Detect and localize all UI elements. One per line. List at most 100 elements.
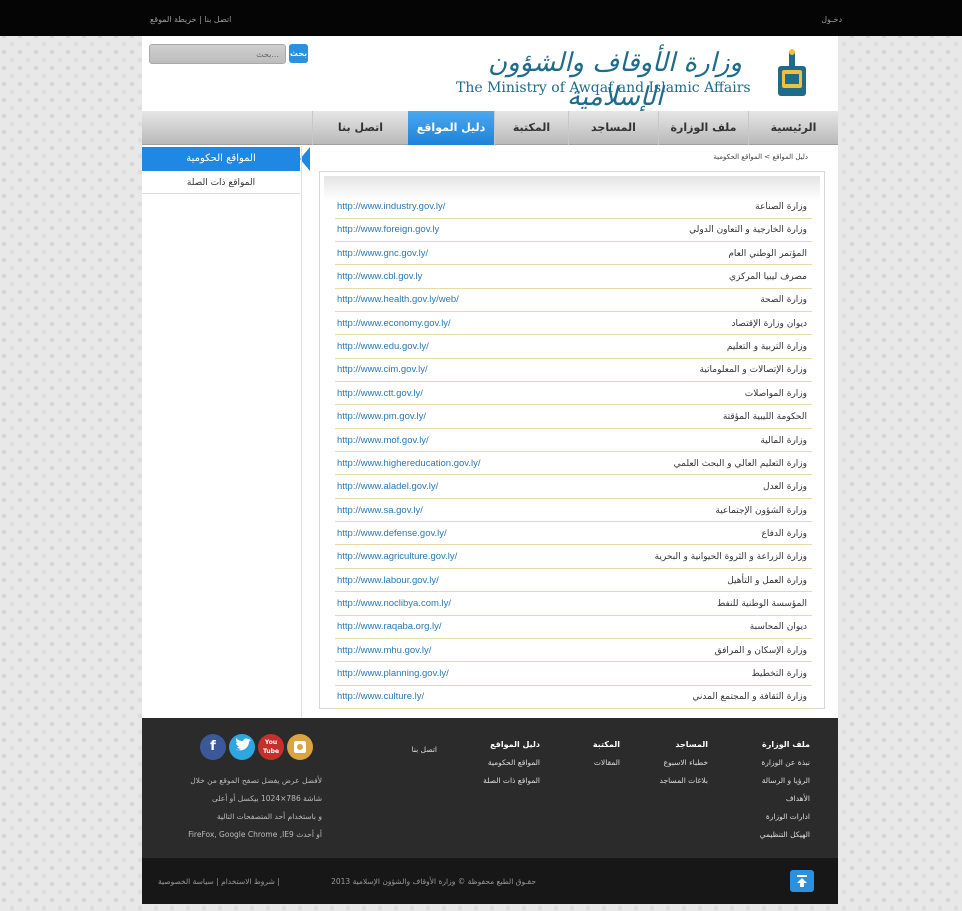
site-url-link[interactable]: http://www.edu.gov.ly/	[337, 341, 429, 352]
table-row: http://www.economy.gov.ly/ديوان وزارة ال…	[335, 313, 812, 336]
site-url-link[interactable]: http://www.economy.gov.ly/	[337, 318, 451, 329]
site-name: وزارة التربية و التعليم	[726, 342, 807, 353]
footer-link[interactable]: الرؤيا و الرسالة	[760, 776, 810, 785]
main-nav: الرئيسية ملف الوزارة المساجد المكتبة دلي…	[142, 111, 838, 145]
site-url-link[interactable]: http://www.aladel.gov.ly/	[337, 481, 438, 492]
site-name: وزارة الإسكان و المرافق	[714, 645, 807, 656]
footer-col-mosques: المساجد خطباء الاسبوع بلاغات المساجد	[660, 740, 708, 794]
search-button[interactable]: بحث	[289, 44, 308, 63]
site-name: ديوان وزارة الإقتصاد	[731, 318, 807, 329]
header: بحث... بحث وزارة الأوقاف والشؤون الإسلام…	[142, 36, 838, 112]
nav-home[interactable]: الرئيسية	[748, 111, 838, 145]
terms-link[interactable]: شروط الاستخدام	[221, 877, 275, 886]
table-row: http://www.raqaba.org.ly/ديوان المحاسبة	[335, 616, 812, 639]
footer-note: شاشة 786×1024 بيكسل أو أعلى	[212, 794, 322, 803]
footer-link[interactable]: نبذة عن الوزارة	[760, 758, 810, 767]
nav-library[interactable]: المكتبة	[494, 111, 568, 145]
table-row: http://www.edu.gov.ly/وزارة التربية و ال…	[335, 336, 812, 359]
site-url-link[interactable]: http://www.culture.ly/	[337, 691, 424, 702]
other-social-icon[interactable]	[287, 734, 313, 760]
footer-note: لأفضل عرض يفضل تصفح الموقع من خلال	[190, 776, 322, 785]
site-name: وزارة التخطيط	[751, 669, 807, 679]
site-url-link[interactable]: http://www.sa.gov.ly/	[337, 505, 423, 516]
bottom-links: شروط الاستخدام | سياسة الخصوصية |	[158, 877, 280, 886]
privacy-link[interactable]: سياسة الخصوصية	[158, 877, 214, 886]
site-url-link[interactable]: http://www.defense.gov.ly/	[337, 528, 447, 539]
back-to-top-button[interactable]	[790, 870, 814, 892]
site-name: وزارة الصحة	[760, 295, 807, 306]
footer-col-directory: دليل المواقع المواقع الحكومية المواقع ذا…	[483, 740, 540, 794]
site-url-link[interactable]: http://www.noclibya.com.ly/	[337, 598, 451, 609]
top-bar: اتصل بنا | خريطة الموقع دخـول	[0, 0, 962, 36]
table-row: http://www.mhu.gov.ly/وزارة الإسكان و ال…	[335, 640, 812, 663]
site-name: وزارة المواصلات	[744, 388, 807, 399]
table-row: http://www.planning.gov.ly/وزارة التخطيط	[335, 663, 812, 686]
footer-link[interactable]: ادارات الوزارة	[760, 812, 810, 821]
logo-english: The Ministry of Awqaf and Islamic Affair…	[456, 80, 751, 96]
separator: |	[199, 15, 202, 24]
table-row: http://www.culture.ly/وزارة الثقافة و ال…	[335, 686, 812, 709]
ministry-emblem-icon[interactable]	[774, 48, 810, 98]
site-name: وزارة الشؤون الإجتماعية	[715, 505, 807, 516]
sidebar-item-related-sites[interactable]: المواقع ذات الصلة	[142, 172, 300, 194]
site-url-link[interactable]: http://www.cim.gov.ly/	[337, 364, 428, 375]
nav-sites-directory[interactable]: دليل المواقع	[408, 111, 494, 145]
site-name: ديوان المحاسبة	[749, 622, 807, 633]
footer-link[interactable]: الأهداف	[760, 794, 810, 803]
nav-contact[interactable]: اتصل بنا	[312, 111, 408, 145]
site-url-link[interactable]: http://www.labour.gov.ly/	[337, 575, 439, 586]
footer-col-contact: اتصل بنا	[412, 745, 437, 763]
youtube-icon[interactable]: You Tube	[258, 734, 284, 760]
arrow-up-icon	[797, 875, 807, 887]
site-url-link[interactable]: http://www.mof.gov.ly/	[337, 435, 429, 446]
logo-arabic: وزارة الأوقاف والشؤون الإسلامية	[488, 48, 742, 112]
nav-mosques[interactable]: المساجد	[568, 111, 658, 145]
site-url-link[interactable]: http://www.mhu.gov.ly/	[337, 645, 431, 656]
footer-heading: المساجد	[675, 740, 708, 749]
site-name: المؤتمر الوطني العام	[728, 248, 807, 259]
separator: |	[216, 877, 219, 886]
footer-link[interactable]: اتصل بنا	[412, 745, 437, 754]
table-row: http://www.agriculture.gov.ly/وزارة الزر…	[335, 546, 812, 569]
site-url-link[interactable]: http://www.pm.gov.ly/	[337, 411, 426, 422]
footer-col-library: المكتبة المقالات	[593, 740, 620, 776]
footer-link[interactable]: المواقع الحكومية	[483, 758, 540, 767]
breadcrumb[interactable]: دليل المواقع > المواقع الحكومية	[713, 153, 808, 161]
facebook-icon[interactable]: f	[200, 734, 226, 760]
site-url-link[interactable]: http://www.ctt.gov.ly/	[337, 388, 423, 399]
footer-heading: دليل المواقع	[490, 740, 540, 749]
login-link[interactable]: دخـول	[821, 15, 842, 24]
site-url-link[interactable]: http://www.planning.gov.ly/	[337, 668, 449, 679]
sitemap-link[interactable]: خريطة الموقع	[150, 15, 196, 24]
site-url-link[interactable]: http://www.cbl.gov.ly	[337, 271, 422, 282]
footer-link[interactable]: المقالات	[593, 758, 620, 767]
nav-ministry-profile[interactable]: ملف الوزارة	[658, 111, 748, 145]
footer-note: و باستخدام أحد المتصفحات التالية	[216, 812, 322, 821]
site-url-link[interactable]: http://www.foreign.gov.ly	[337, 224, 439, 235]
site-url-link[interactable]: http://www.gnc.gov.ly/	[337, 248, 428, 259]
search-input[interactable]: بحث...	[149, 44, 286, 64]
site-name: وزارة الثقافة و المجتمع المدني	[692, 692, 807, 703]
table-row: http://www.highereducation.gov.ly/وزارة …	[335, 453, 812, 476]
footer-link[interactable]: الهيكل التنظيمي	[760, 830, 810, 839]
footer-link[interactable]: المواقع ذات الصلة	[483, 776, 540, 785]
bottom-bar: شروط الاستخدام | سياسة الخصوصية | حقـوق …	[142, 858, 838, 904]
site-url-link[interactable]: http://www.health.gov.ly/web/	[337, 294, 459, 305]
twitter-icon[interactable]	[229, 734, 255, 760]
site-url-link[interactable]: http://www.agriculture.gov.ly/	[337, 551, 457, 562]
contact-link[interactable]: اتصل بنا	[204, 15, 231, 24]
site-name: وزارة الدفاع	[761, 528, 808, 539]
table-row: http://www.ctt.gov.ly/وزارة المواصلات	[335, 383, 812, 406]
footer-link[interactable]: خطباء الاسبوع	[660, 758, 708, 767]
top-links: اتصل بنا | خريطة الموقع	[150, 15, 231, 24]
footer-note: FireFox, Google Chrome ,IE9 أو أحدث	[188, 830, 322, 839]
site-url-link[interactable]: http://www.highereducation.gov.ly/	[337, 458, 480, 469]
footer-heading: المكتبة	[592, 740, 620, 749]
sidebar-item-government-sites[interactable]: المواقع الحكومية	[142, 147, 310, 171]
site-name: وزارة الإتصالات و المعلوماتية	[699, 365, 808, 376]
site-name: وزارة الزراعة و الثروة الحيوانية و البحر…	[654, 552, 807, 563]
footer-link[interactable]: بلاغات المساجد	[660, 776, 708, 785]
table-row: http://www.noclibya.com.ly/المؤسسة الوطن…	[335, 593, 812, 616]
site-url-link[interactable]: http://www.raqaba.org.ly/	[337, 621, 442, 632]
site-url-link[interactable]: http://www.industry.gov.ly/	[337, 201, 445, 212]
